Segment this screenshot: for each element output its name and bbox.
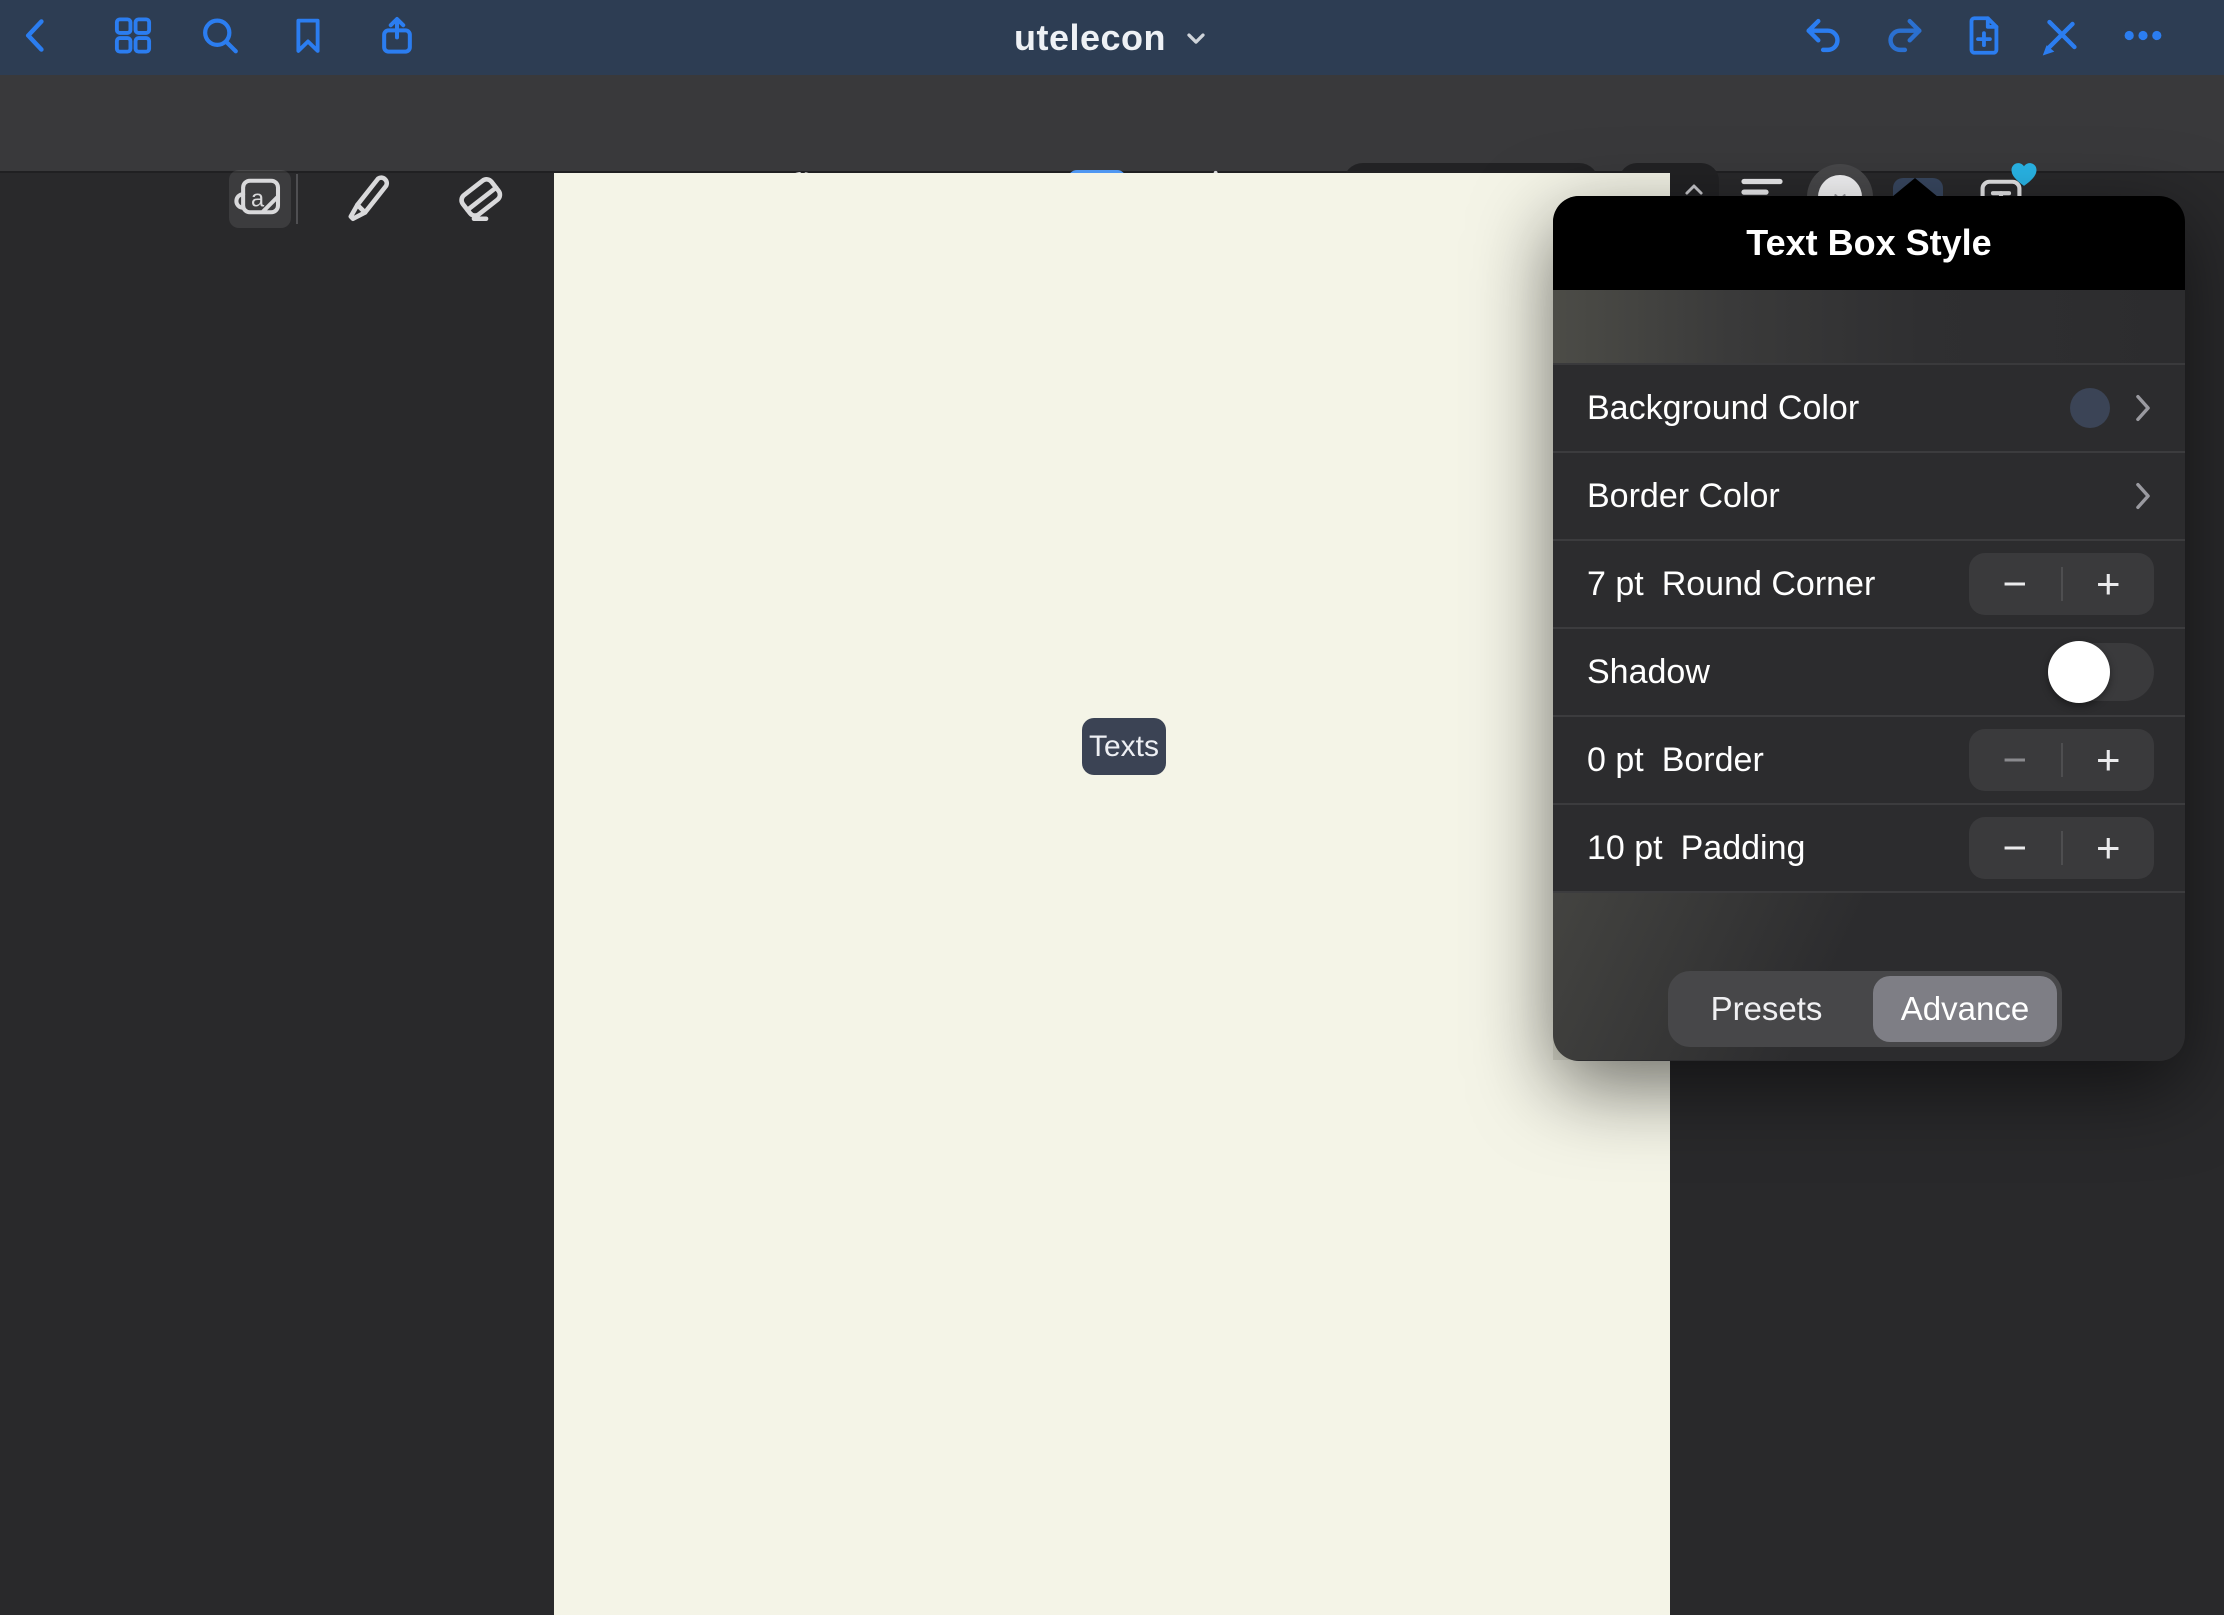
padding-plus-button[interactable]: + (2063, 817, 2155, 879)
border-width-label: Border (1662, 741, 1764, 780)
popover-arrow (1892, 178, 1938, 197)
presets-tab[interactable]: Presets (1668, 971, 1865, 1047)
border-width-stepper: − + (1969, 729, 2154, 791)
presets-advance-segmented-control: Presets Advance (1668, 971, 2062, 1047)
canvas-text-box-label: Texts (1089, 730, 1159, 764)
toolbar-divider (296, 174, 298, 224)
canvas-text-box[interactable]: Texts (1082, 718, 1166, 775)
round-corner-label: Round Corner (1662, 565, 1876, 604)
round-corner-plus-button[interactable]: + (2063, 553, 2155, 615)
bookmark-button[interactable] (287, 14, 329, 61)
document-title: utelecon (1014, 17, 1166, 59)
redo-icon (1880, 12, 1926, 58)
pen-crossed-icon (2038, 12, 2084, 58)
ellipsis-icon (2120, 12, 2166, 58)
more-options-button[interactable] (2120, 12, 2166, 63)
writing-aid-tool-button[interactable]: a (233, 170, 287, 229)
pen-icon (338, 168, 396, 226)
popover-header: Text Box Style (1553, 196, 2185, 290)
row-background-color[interactable]: Background Color (1553, 365, 2185, 453)
app-screen: utelecon a (0, 0, 2224, 1615)
undo-button[interactable] (1802, 12, 1848, 63)
style-preview-strip (1553, 290, 2185, 365)
document-page[interactable]: Texts (554, 173, 1670, 1615)
pen-tool-button[interactable] (338, 168, 396, 231)
title-chevron-down-icon (1182, 24, 1210, 52)
row-round-corner: 7 pt Round Corner − + (1553, 541, 2185, 629)
background-color-swatch (2070, 388, 2110, 428)
border-width-minus-button[interactable]: − (1969, 729, 2061, 791)
shadow-label: Shadow (1587, 653, 1710, 692)
row-padding: 10 pt Padding − + (1553, 805, 2185, 893)
eraser-icon (451, 168, 509, 226)
background-color-label: Background Color (1587, 389, 1859, 428)
row-border-color[interactable]: Border Color (1553, 453, 2185, 541)
thumbnail-grid-button[interactable] (111, 13, 155, 62)
writing-aid-icon: a (233, 170, 287, 224)
padding-value: 10 pt (1587, 829, 1663, 868)
shadow-toggle-off[interactable] (2050, 643, 2154, 701)
bookmark-icon (287, 14, 329, 56)
chevron-right-icon (2132, 391, 2154, 425)
add-page-button[interactable] (1960, 12, 2006, 63)
chevron-right-icon (2132, 479, 2154, 513)
round-corner-minus-button[interactable]: − (1969, 553, 2061, 615)
popover-footer: Presets Advance (1553, 893, 2185, 1060)
back-chevron-icon (16, 14, 58, 56)
search-icon (198, 13, 242, 57)
redo-button[interactable] (1880, 12, 1926, 63)
favorite-heart-badge-icon (2009, 160, 2039, 188)
stop-editing-button[interactable] (2038, 12, 2084, 63)
undo-icon (1802, 12, 1848, 58)
eraser-tool-button[interactable] (451, 168, 509, 231)
search-button[interactable] (198, 13, 242, 62)
top-navigation-bar: utelecon (0, 0, 2224, 75)
padding-stepper: − + (1969, 817, 2154, 879)
popover-title: Text Box Style (1746, 222, 1991, 264)
back-button[interactable] (16, 14, 58, 61)
padding-minus-button[interactable]: − (1969, 817, 2061, 879)
add-page-icon (1960, 12, 2006, 58)
advance-tab-selected[interactable]: Advance (1873, 976, 2057, 1042)
round-corner-value: 7 pt (1587, 565, 1644, 604)
row-border-width: 0 pt Border − + (1553, 717, 2185, 805)
toggle-knob (2048, 641, 2110, 703)
svg-text:a: a (251, 186, 265, 212)
border-width-value: 0 pt (1587, 741, 1644, 780)
round-corner-stepper: − + (1969, 553, 2154, 615)
border-color-label: Border Color (1587, 477, 1780, 516)
document-title-group[interactable]: utelecon (1014, 17, 1210, 59)
padding-label: Padding (1681, 829, 1806, 868)
border-width-plus-button[interactable]: + (2063, 729, 2155, 791)
share-button[interactable] (375, 13, 419, 62)
row-shadow: Shadow (1553, 629, 2185, 717)
text-box-style-popover: Text Box Style Background Color Border C… (1553, 196, 2185, 1061)
share-icon (375, 13, 419, 57)
grid-icon (111, 13, 155, 57)
tools-toolbar: a T Hirag (0, 75, 2224, 173)
